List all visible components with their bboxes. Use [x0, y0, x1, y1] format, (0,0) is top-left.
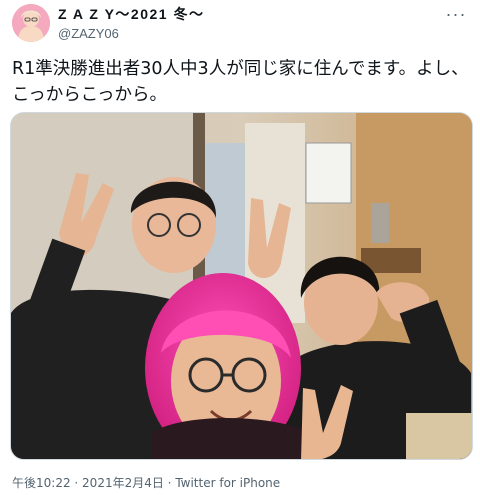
tweet-photo[interactable] [10, 112, 473, 460]
tweet-meta: 午後10:22 · 2021年2月4日 · Twitter for iPhone [12, 474, 280, 491]
group-selfie-photo [11, 113, 472, 459]
avatar[interactable] [12, 4, 50, 42]
user-names: Z A Z Y～2021 冬～ @ZAZY06 [58, 6, 204, 42]
tweet-date[interactable]: 2021年2月4日 [82, 476, 164, 490]
user-handle[interactable]: @ZAZY06 [58, 26, 204, 42]
avatar-photo-icon [12, 4, 50, 42]
more-dots-icon[interactable]: ··· [442, 2, 470, 26]
tweet-card: Z A Z Y～2021 冬～ @ZAZY06 ··· R1準決勝進出者30人中… [0, 0, 480, 495]
meta-separator: · [70, 476, 83, 490]
tweet-text: R1準決勝進出者30人中3人が同じ家に住んでます。よし、こっからこっから。 [12, 59, 469, 105]
meta-separator-2: · [163, 476, 176, 490]
tweet-source[interactable]: Twitter for iPhone [175, 476, 280, 490]
display-name[interactable]: Z A Z Y～2021 冬～ [58, 6, 204, 24]
tweet-time[interactable]: 午後10:22 [12, 476, 71, 490]
